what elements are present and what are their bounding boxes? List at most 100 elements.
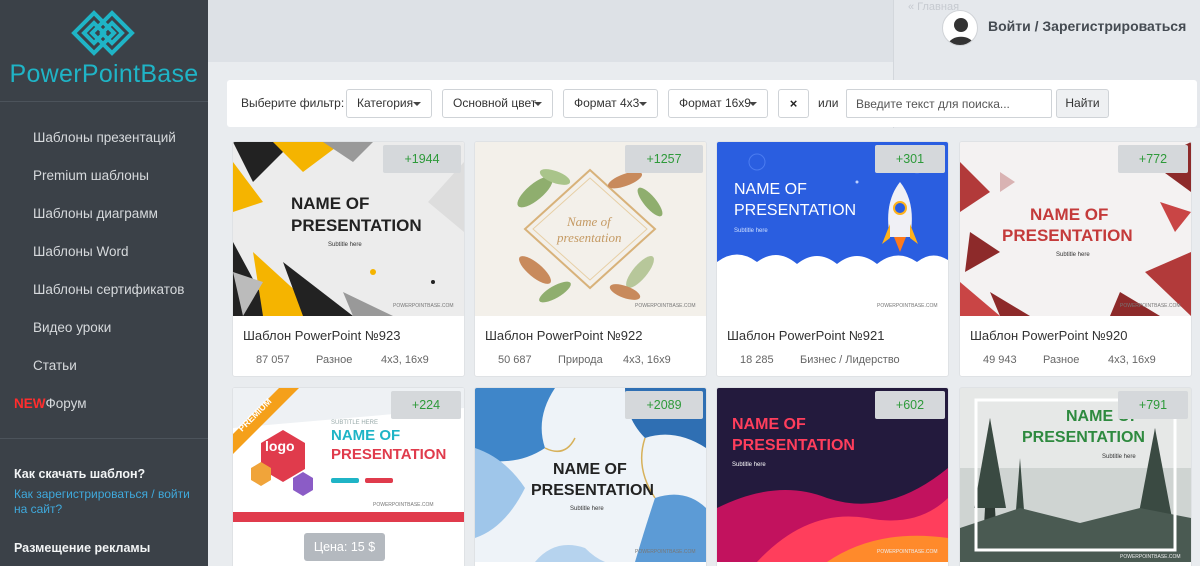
thumb-subtitle-top: SUBTITLE HERE xyxy=(331,420,378,426)
thumb-watermark: POWERPOINTBASE.COM xyxy=(1120,303,1181,309)
views-count: 18 285 xyxy=(740,354,774,366)
sidebar-item-word-templates[interactable]: Шаблоны Word xyxy=(0,233,208,271)
thumb-title-line-1: Name of xyxy=(566,214,613,229)
template-title[interactable]: Шаблон PowerPoint №921 xyxy=(727,328,885,343)
download-count-badge: +301 xyxy=(875,145,945,173)
sidebar-item-premium-templates[interactable]: Premium шаблоны xyxy=(0,157,208,195)
thumb-watermark: POWERPOINTBASE.COM xyxy=(877,549,938,555)
download-count-badge: +1257 xyxy=(625,145,703,173)
thumb-title-line-1: NAME OF xyxy=(1030,205,1108,224)
brand-name: PowerPointBase xyxy=(9,60,199,88)
download-count-badge: +791 xyxy=(1118,391,1188,419)
template-card-920[interactable]: NAME OF PRESENTATION Subtitle here POWER… xyxy=(959,141,1192,377)
template-formats: 4x3, 16x9 xyxy=(381,354,429,366)
template-category: Бизнес / Лидерство xyxy=(800,354,900,366)
thumb-logo-text: logo xyxy=(265,438,295,454)
category-dropdown[interactable]: Категория xyxy=(346,89,432,118)
template-formats: 4x3, 16x9 xyxy=(1108,354,1156,366)
format-4x3-label: Формат 4x3 xyxy=(574,96,640,110)
format-4x3-dropdown[interactable]: Формат 4x3 xyxy=(563,89,658,118)
brand-logo[interactable]: PowerPointBase xyxy=(0,0,208,102)
template-card-923[interactable]: NAME OF PRESENTATION Subtitle here POWER… xyxy=(232,141,465,377)
thumb-subtitle: Subtitle here xyxy=(734,228,768,234)
template-title[interactable]: Шаблон PowerPoint №923 xyxy=(243,328,401,343)
thumb-subtitle: Subtitle here xyxy=(570,506,604,512)
template-title[interactable]: Шаблон PowerPoint №922 xyxy=(485,328,643,343)
register-login-link[interactable]: Как зарегистрироваться / войти на сайт? xyxy=(14,487,204,517)
thumb-title-line-2: PRESENTATION xyxy=(291,216,422,235)
sidebar-divider xyxy=(0,438,208,439)
download-count-badge: +1944 xyxy=(383,145,461,173)
filter-label: Выберите фильтр: xyxy=(241,96,345,110)
template-card-921[interactable]: NAME OF PRESENTATION Subtitle here POWER… xyxy=(716,141,949,377)
format-16x9-dropdown[interactable]: Формат 16x9 xyxy=(668,89,768,118)
color-dropdown[interactable]: Основной цвет xyxy=(442,89,553,118)
thumb-title-line-2: PRESENTATION xyxy=(331,446,446,463)
sidebar-item-forum-label: Форум xyxy=(45,396,87,411)
views-count: 49 943 xyxy=(983,354,1017,366)
thumb-title-line-2: PRESENTATION xyxy=(1022,429,1145,446)
clear-filter-button[interactable]: × xyxy=(778,89,809,118)
thumb-watermark: POWERPOINTBASE.COM xyxy=(877,303,938,309)
ads-block: Размещение рекламы xyxy=(14,541,204,555)
template-formats: 4x3, 16x9 xyxy=(623,354,671,366)
download-count-badge: +224 xyxy=(391,391,461,419)
sidebar: PowerPointBase Шаблоны презентаций Premi… xyxy=(0,0,208,566)
thumb-title-line-1: NAME OF xyxy=(331,427,400,444)
search-button[interactable]: Найти xyxy=(1056,89,1109,118)
filter-bar: Выберите фильтр: Категория Основной цвет… xyxy=(227,80,1197,127)
color-dropdown-label: Основной цвет xyxy=(453,96,537,110)
thumb-watermark: POWERPOINTBASE.COM xyxy=(1120,554,1181,560)
format-16x9-label: Формат 16x9 xyxy=(679,96,751,110)
thumb-title-line-2: PRESENTATION xyxy=(1002,226,1133,245)
thumb-title-line-2: PRESENTATION xyxy=(732,437,855,454)
sidebar-item-presentation-templates[interactable]: Шаблоны презентаций xyxy=(0,119,208,157)
sidebar-nav: Шаблоны презентаций Premium шаблоны Шабл… xyxy=(0,119,208,423)
ads-heading[interactable]: Размещение рекламы xyxy=(14,541,204,555)
template-category: Природа xyxy=(558,354,603,366)
login-register-link[interactable]: Войти / Зарегистрироваться xyxy=(988,18,1186,34)
template-card-2089[interactable]: NAME OF PRESENTATION Subtitle here POWER… xyxy=(474,387,707,566)
thumb-watermark: POWERPOINTBASE.COM xyxy=(635,303,696,309)
download-count-badge: +772 xyxy=(1118,145,1188,173)
thumb-title-line-2: PRESENTATION xyxy=(531,482,654,499)
template-card-791[interactable]: NAME OF PRESENTATION Subtitle here POWER… xyxy=(959,387,1192,566)
thumb-subtitle: Subtitle here xyxy=(1102,454,1136,460)
views-count: 50 687 xyxy=(498,354,532,366)
sidebar-item-articles[interactable]: Статьи xyxy=(0,347,208,385)
help-block: Как скачать шаблон? Как зарегистрировать… xyxy=(14,467,204,517)
search-input[interactable] xyxy=(846,89,1052,118)
download-count-badge: +602 xyxy=(875,391,945,419)
views-count: 87 057 xyxy=(256,354,290,366)
chevron-down-icon xyxy=(639,102,647,106)
help-heading[interactable]: Как скачать шаблон? xyxy=(14,467,204,481)
thumb-subtitle: Subtitle here xyxy=(1056,252,1090,258)
price-button[interactable]: Цена: 15 $ xyxy=(304,533,385,561)
template-card-premium[interactable]: logo SUBTITLE HERE NAME OF PRESENTATION … xyxy=(232,387,465,566)
template-card-922[interactable]: Name of presentation POWERPOINTBASE.COM … xyxy=(474,141,707,377)
thumb-title-line-1: NAME OF xyxy=(553,461,627,478)
or-label: или xyxy=(818,96,839,110)
sidebar-item-diagram-templates[interactable]: Шаблоны диаграмм xyxy=(0,195,208,233)
user-avatar-icon[interactable] xyxy=(942,10,978,46)
thumb-title-line-2: PRESENTATION xyxy=(734,202,856,219)
sidebar-item-video-lessons[interactable]: Видео уроки xyxy=(0,309,208,347)
thumb-watermark: POWERPOINTBASE.COM xyxy=(635,549,696,555)
category-dropdown-label: Категория xyxy=(357,96,414,110)
template-card-602[interactable]: NAME OF PRESENTATION Subtitle here POWER… xyxy=(716,387,949,566)
download-count-badge: +2089 xyxy=(625,391,703,419)
sidebar-item-certificate-templates[interactable]: Шаблоны сертификатов xyxy=(0,271,208,309)
template-title[interactable]: Шаблон PowerPoint №920 xyxy=(970,328,1128,343)
thumb-subtitle: Subtitle here xyxy=(328,242,362,248)
new-badge: NEW xyxy=(14,396,46,411)
thumb-title-line-1: NAME OF xyxy=(291,194,369,213)
logo-icon xyxy=(71,10,135,56)
chevron-down-icon xyxy=(413,102,421,106)
chevron-down-icon xyxy=(534,102,542,106)
chevron-down-icon xyxy=(749,102,757,106)
template-category: Разное xyxy=(1043,354,1080,366)
thumb-title-line-1: NAME OF xyxy=(732,416,806,433)
thumb-subtitle: Subtitle here xyxy=(732,462,766,468)
thumb-title-line-1: NAME OF xyxy=(734,181,807,198)
sidebar-item-forum[interactable]: NEWФорум xyxy=(0,385,208,423)
